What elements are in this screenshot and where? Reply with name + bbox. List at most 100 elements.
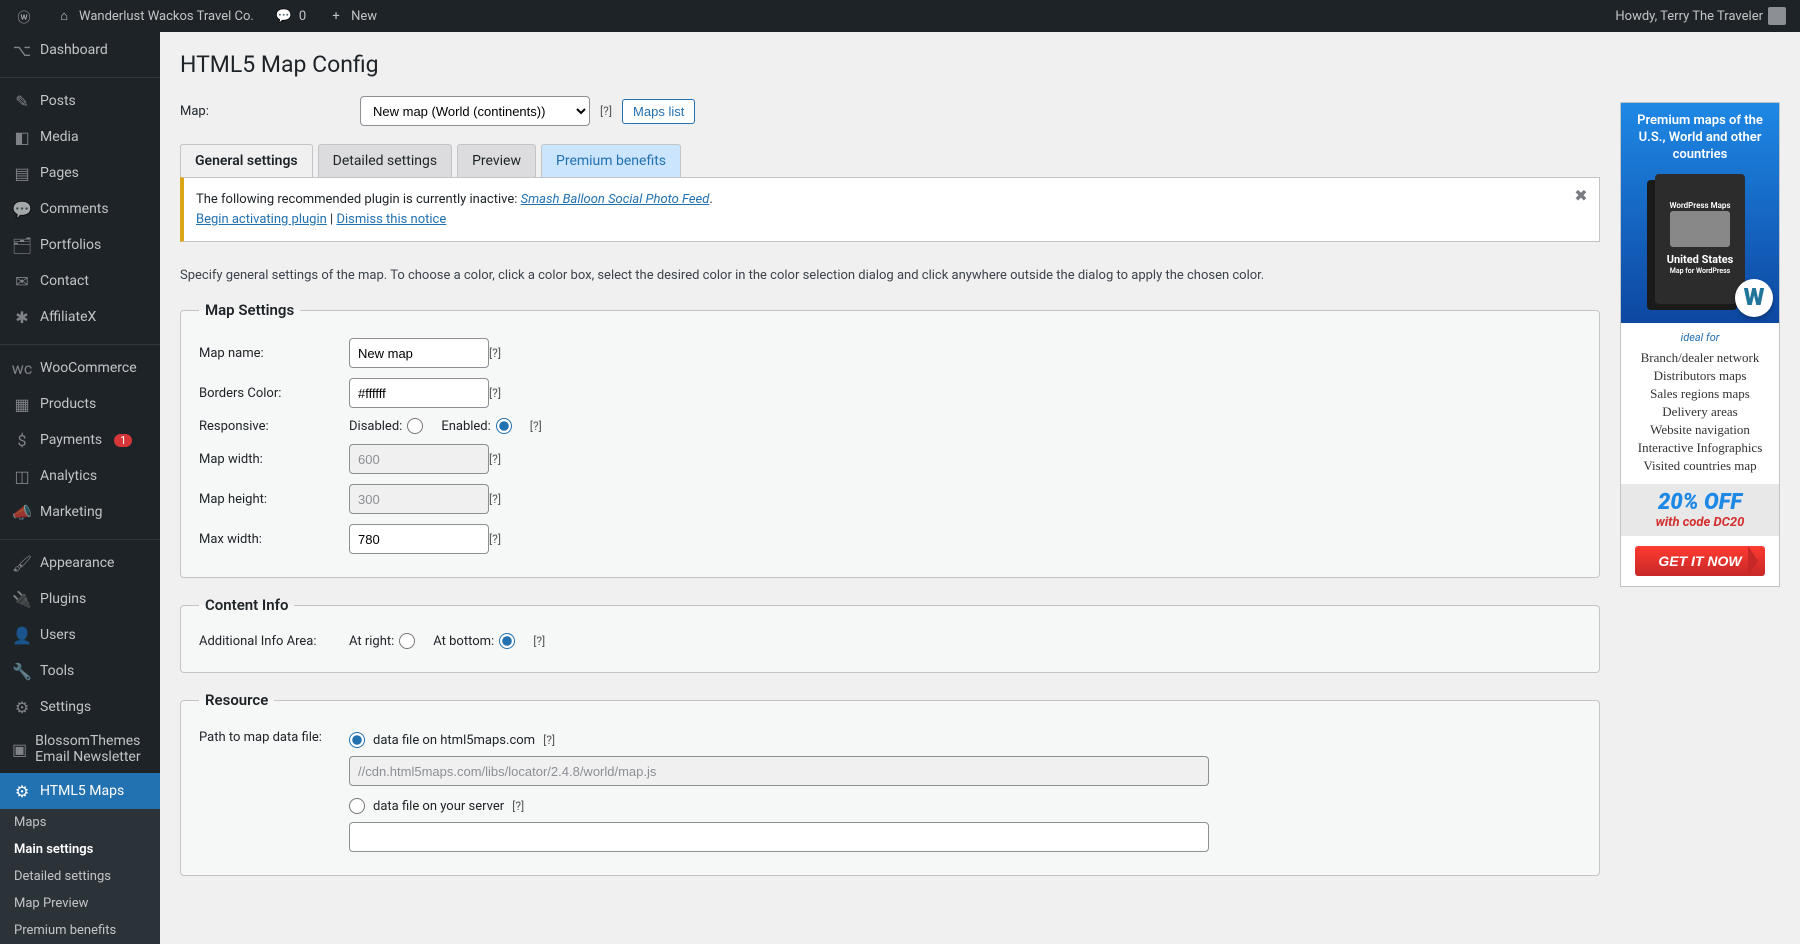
tab-preview[interactable]: Preview <box>457 144 536 177</box>
responsive-enabled-radio[interactable] <box>496 418 512 434</box>
resource-remote-radio[interactable] <box>349 732 365 748</box>
sidebar-item-products[interactable]: ▦Products <box>0 386 160 422</box>
sidebar-item-affiliatex[interactable]: ✱AffiliateX <box>0 299 160 335</box>
sidebar-item-portfolios[interactable]: 🗂Portfolios <box>0 227 160 263</box>
path-label: Path to map data file: <box>199 728 349 745</box>
responsive-disabled-label[interactable]: Disabled: <box>349 418 423 434</box>
new-link[interactable]: + New <box>320 6 383 26</box>
menu-icon: ▦ <box>12 394 32 414</box>
submenu-item[interactable]: Map Preview <box>0 890 160 917</box>
sidebar-item-dashboard[interactable]: ⌥Dashboard <box>0 32 160 68</box>
promo-use-item: Sales regions maps <box>1627 386 1773 402</box>
map-graphic-icon <box>1670 211 1730 247</box>
promo-use-item: Website navigation <box>1627 422 1773 438</box>
sidebar-item-woocommerce[interactable]: wcWooCommerce <box>0 350 160 386</box>
plugin-link[interactable]: Smash Balloon Social Photo Feed <box>521 192 710 207</box>
resource-local-input[interactable] <box>349 822 1209 852</box>
maps-list-button[interactable]: Maps list <box>622 99 695 124</box>
close-icon[interactable]: ✖ <box>1571 186 1591 206</box>
info-right-label[interactable]: At right: <box>349 633 415 649</box>
sidebar-item-pages[interactable]: ▤Pages <box>0 155 160 191</box>
submenu-item[interactable]: Main settings <box>0 836 160 863</box>
site-home-link[interactable]: ⌂Wanderlust Wackos Travel Co. <box>48 6 260 26</box>
new-label: New <box>351 9 377 24</box>
help-icon[interactable]: [?] <box>489 346 501 360</box>
plus-icon: + <box>326 6 346 26</box>
help-icon[interactable]: [?] <box>512 799 524 813</box>
help-icon[interactable]: [?] <box>489 452 501 466</box>
menu-icon: ⚙ <box>12 697 32 717</box>
dismiss-notice-link[interactable]: Dismiss this notice <box>336 212 446 227</box>
sidebar-item-blossomthemes-email-newsletter[interactable]: ▣BlossomThemes Email Newsletter <box>0 725 160 773</box>
sidebar-item-appearance[interactable]: 🖌Appearance <box>0 545 160 581</box>
menu-icon: 💬 <box>12 199 32 219</box>
help-icon[interactable]: [?] <box>530 419 542 433</box>
max-width-input[interactable] <box>349 524 489 554</box>
help-icon[interactable]: [?] <box>489 492 501 506</box>
help-icon[interactable]: [?] <box>533 634 545 648</box>
activate-plugin-link[interactable]: Begin activating plugin <box>196 212 327 227</box>
resource-legend: Resource <box>199 691 274 709</box>
map-select[interactable]: New map (World (continents)) <box>360 96 590 126</box>
sidebar-item-payments[interactable]: $Payments1 <box>0 422 160 458</box>
borders-color-input[interactable] <box>349 378 489 408</box>
tab-general-settings[interactable]: General settings <box>180 144 313 178</box>
menu-icon: 👤 <box>12 625 32 645</box>
promo-product-box: WordPress Maps United States Map for Wor… <box>1655 174 1745 304</box>
tabs: General settingsDetailed settingsPreview… <box>180 144 1600 178</box>
promo-headline: Premium maps of the U.S., World and othe… <box>1629 113 1771 164</box>
sidebar-item-users[interactable]: 👤Users <box>0 617 160 653</box>
submenu: MapsMain settingsDetailed settingsMap Pr… <box>0 809 160 944</box>
sidebar-item-contact[interactable]: ✉Contact <box>0 263 160 299</box>
tab-premium-benefits[interactable]: Premium benefits <box>541 144 681 177</box>
help-icon[interactable]: [?] <box>543 733 555 747</box>
sidebar-item-plugins[interactable]: 🔌Plugins <box>0 581 160 617</box>
submenu-item[interactable]: Premium benefits <box>0 917 160 944</box>
info-area-label: Additional Info Area: <box>199 634 349 649</box>
info-right-radio[interactable] <box>399 633 415 649</box>
page-title: HTML5 Map Config <box>180 51 1600 78</box>
sidebar-item-marketing[interactable]: 📣Marketing <box>0 494 160 530</box>
comments-link[interactable]: 💬0 <box>268 6 312 26</box>
sidebar-item-analytics[interactable]: ◫Analytics <box>0 458 160 494</box>
responsive-disabled-radio[interactable] <box>407 418 423 434</box>
sidebar-item-media[interactable]: ◧Media <box>0 119 160 155</box>
responsive-enabled-label[interactable]: Enabled: <box>441 418 511 434</box>
map-name-input[interactable] <box>349 338 489 368</box>
menu-icon: ✉ <box>12 271 32 291</box>
help-icon[interactable]: [?] <box>489 386 501 400</box>
howdy-text: Howdy, Terry The Traveler <box>1615 9 1763 24</box>
map-width-label: Map width: <box>199 452 349 467</box>
sidebar-item-html5-maps[interactable]: ⚙HTML5 Maps <box>0 773 160 809</box>
promo-use-item: Delivery areas <box>1627 404 1773 420</box>
menu-icon: 🔧 <box>12 661 32 681</box>
account-link[interactable]: Howdy, Terry The Traveler <box>1609 7 1792 25</box>
tab-detailed-settings[interactable]: Detailed settings <box>318 144 452 177</box>
menu-icon: 🖌 <box>12 553 32 573</box>
info-bottom-radio[interactable] <box>499 633 515 649</box>
help-icon[interactable]: [?] <box>489 532 501 546</box>
menu-icon: wc <box>12 358 32 378</box>
settings-description: Specify general settings of the map. To … <box>180 268 1600 283</box>
sidebar-item-posts[interactable]: ✎Posts <box>0 83 160 119</box>
help-icon[interactable]: [?] <box>600 104 612 118</box>
map-settings-legend: Map Settings <box>199 301 300 319</box>
info-bottom-label[interactable]: At bottom: <box>433 633 515 649</box>
borders-color-label: Borders Color: <box>199 386 349 401</box>
resource-local-label: data file on your server <box>373 799 504 814</box>
resource-local-radio[interactable] <box>349 798 365 814</box>
sidebar-item-tools[interactable]: 🔧Tools <box>0 653 160 689</box>
wp-logo[interactable]: ⓦ <box>8 6 40 26</box>
comment-icon: 💬 <box>274 6 294 26</box>
menu-icon: 🗂 <box>12 235 32 255</box>
home-icon: ⌂ <box>54 6 74 26</box>
promo-use-item: Branch/dealer network <box>1627 350 1773 366</box>
menu-icon: ✱ <box>12 307 32 327</box>
menu-icon: ◧ <box>12 127 32 147</box>
submenu-item[interactable]: Maps <box>0 809 160 836</box>
promo-cta-button[interactable]: GET IT NOW <box>1635 546 1765 576</box>
sidebar-item-comments[interactable]: 💬Comments <box>0 191 160 227</box>
submenu-item[interactable]: Detailed settings <box>0 863 160 890</box>
sidebar-item-settings[interactable]: ⚙Settings <box>0 689 160 725</box>
map-height-input <box>349 484 489 514</box>
